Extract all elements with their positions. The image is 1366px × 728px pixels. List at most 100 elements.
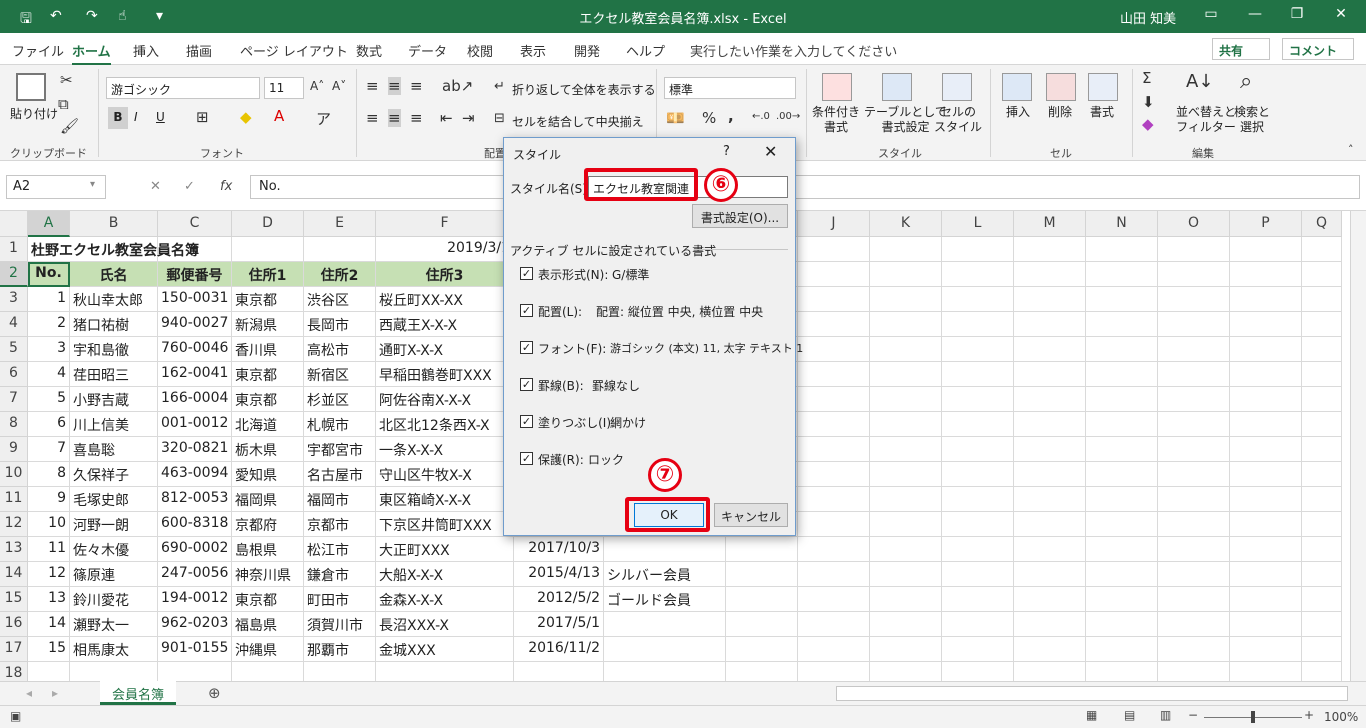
zoom-level[interactable]: 100% [1324,710,1358,724]
cell-j9[interactable] [798,437,870,462]
cell-g15[interactable]: 2012/5/2 [514,587,604,612]
fill-icon[interactable]: ⬇ [1142,93,1155,111]
row-header[interactable]: 13 [0,537,28,562]
cell-g16[interactable]: 2017/5/1 [514,612,604,637]
cell-e5[interactable]: 高松市 [304,337,376,362]
row-header[interactable]: 18 [0,662,28,681]
cell-b18[interactable] [70,662,158,681]
cell-o12[interactable] [1158,512,1230,537]
row-header[interactable]: 8 [0,412,28,437]
cell-o3[interactable] [1158,287,1230,312]
tab-draw[interactable]: 描画 [186,41,212,60]
cell-q9[interactable] [1302,437,1342,462]
cell-a18[interactable] [28,662,70,681]
cell-n2[interactable] [1086,262,1158,287]
cell-f5[interactable]: 通町X-X-X [376,337,514,362]
cell-a5[interactable]: 3 [28,337,70,362]
bold-button[interactable]: B [108,107,128,129]
cell-b6[interactable]: 荏田昭三 [70,362,158,387]
cell-q14[interactable] [1302,562,1342,587]
cell-m15[interactable] [1014,587,1086,612]
cell-b5[interactable]: 宇和島徹 [70,337,158,362]
cell-o14[interactable] [1158,562,1230,587]
tell-me-search[interactable]: 実行したい作業を入力してください [690,41,897,60]
cell-b11[interactable]: 毛塚史郎 [70,487,158,512]
format-painter-icon[interactable]: 🖌 [60,117,79,135]
cell-e15[interactable]: 町田市 [304,587,376,612]
cell-p12[interactable] [1230,512,1302,537]
cell-d5[interactable]: 香川県 [232,337,304,362]
cell-f3[interactable]: 桜丘町XX-XX [376,287,514,312]
cell-q5[interactable] [1302,337,1342,362]
formula-input[interactable]: No. [250,175,1360,199]
wrap-text-icon[interactable]: ↵ [494,79,505,94]
cell-b10[interactable]: 久保祥子 [70,462,158,487]
cell-o10[interactable] [1158,462,1230,487]
row-header[interactable]: 6 [0,362,28,387]
cell-j16[interactable] [798,612,870,637]
column-header-k[interactable]: K [870,211,942,237]
cell-k13[interactable] [870,537,942,562]
cell-p14[interactable] [1230,562,1302,587]
row-header[interactable]: 5 [0,337,28,362]
cell-b7[interactable]: 小野吉蔵 [70,387,158,412]
decrease-decimal-icon[interactable]: .00→ [776,111,800,122]
cell-j12[interactable] [798,512,870,537]
cell-q10[interactable] [1302,462,1342,487]
sort-filter-button[interactable]: 並べ替えと フィルター [1176,105,1236,135]
orientation-icon[interactable]: ab↗ [442,77,473,95]
tab-data[interactable]: データ [408,41,447,60]
format-as-table-icon[interactable] [882,73,912,101]
cell-j6[interactable] [798,362,870,387]
cell-p7[interactable] [1230,387,1302,412]
cell-o6[interactable] [1158,362,1230,387]
cell-l3[interactable] [942,287,1014,312]
cell-o4[interactable] [1158,312,1230,337]
borders-icon[interactable]: ⊞ [196,108,209,126]
cell-n12[interactable] [1086,512,1158,537]
cell-l12[interactable] [942,512,1014,537]
cell-n8[interactable] [1086,412,1158,437]
cell-l13[interactable] [942,537,1014,562]
cell-h14[interactable]: シルバー会員 [604,562,726,587]
cell-p15[interactable] [1230,587,1302,612]
cell-k10[interactable] [870,462,942,487]
checkbox-fill[interactable]: ✓ [520,415,533,428]
align-right-icon[interactable]: ≡ [410,109,423,127]
cell-l9[interactable] [942,437,1014,462]
cell-f11[interactable]: 東区箱崎X-X-X [376,487,514,512]
cell-g14[interactable]: 2015/4/13 [514,562,604,587]
cell-p6[interactable] [1230,362,1302,387]
close-window-icon[interactable]: ✕ [1326,6,1356,22]
cell-m1[interactable] [1014,237,1086,262]
cell-m7[interactable] [1014,387,1086,412]
cell-n6[interactable] [1086,362,1158,387]
cell-f8[interactable]: 北区北12条西X-X [376,412,514,437]
cell-k9[interactable] [870,437,942,462]
format-cells-button[interactable]: 書式 [1090,105,1114,120]
tab-formulas[interactable]: 数式 [356,41,382,60]
tab-page-layout[interactable]: ページ レイアウト [240,41,348,60]
cell-f10[interactable]: 守山区牛牧X-X [376,462,514,487]
cell-c10[interactable]: 463-0094 [158,462,232,487]
cell-a3[interactable]: 1 [28,287,70,312]
cell-d2[interactable]: 住所1 [232,262,304,287]
cell-l7[interactable] [942,387,1014,412]
cell-m8[interactable] [1014,412,1086,437]
increase-decimal-icon[interactable]: ←.0 [752,111,770,122]
cell-h17[interactable] [604,637,726,662]
cell-styles-icon[interactable] [942,73,972,101]
cell-j18[interactable] [798,662,870,681]
cell-n14[interactable] [1086,562,1158,587]
cell-b9[interactable]: 喜島聡 [70,437,158,462]
cell-m2[interactable] [1014,262,1086,287]
cell-n1[interactable] [1086,237,1158,262]
cell-p18[interactable] [1230,662,1302,681]
comma-style-button[interactable]: , [728,107,734,125]
cell-c18[interactable] [158,662,232,681]
insert-cells-icon[interactable] [1002,73,1032,101]
delete-cells-button[interactable]: 削除 [1048,105,1072,120]
cell-j4[interactable] [798,312,870,337]
cell-a14[interactable]: 12 [28,562,70,587]
cell-p1[interactable] [1230,237,1302,262]
